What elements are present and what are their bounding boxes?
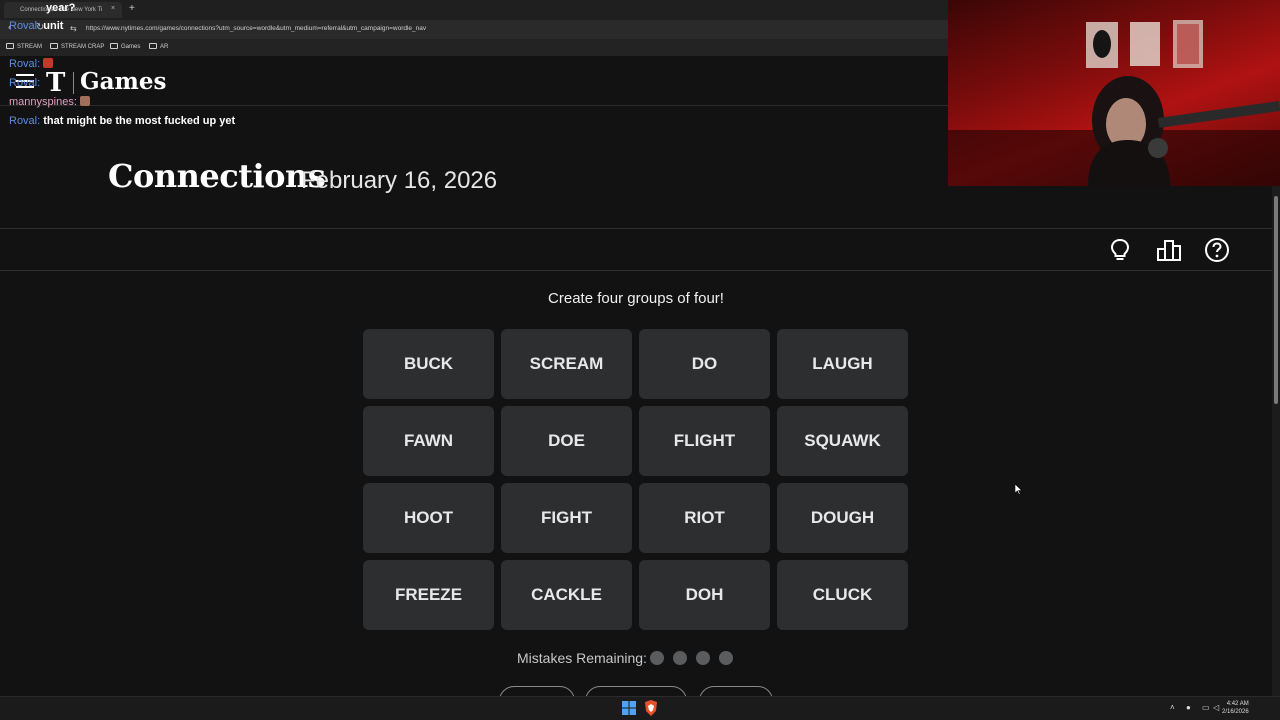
word-tile[interactable]: HOOT [363,483,494,553]
mistake-dots [650,651,742,670]
webcam-feed [948,0,1280,186]
mouse-cursor-icon [1015,484,1023,495]
taskbar [0,696,1280,720]
scrollbar-thumb[interactable] [1274,196,1278,404]
emote-icon [43,58,54,68]
emote-icon [79,96,90,106]
microphone-icon[interactable]: ● [1186,703,1191,712]
webcam-scene [948,20,1280,186]
network-icon[interactable]: ▭ [1202,703,1210,712]
chat-message: Roval: unit [9,20,64,32]
word-tile[interactable]: DOE [501,406,632,476]
url-field[interactable]: https://www.nytimes.com/games/connection… [86,25,426,32]
tab-close-icon[interactable]: × [111,5,115,12]
folder-icon [110,43,118,49]
word-tile[interactable]: SCREAM [501,329,632,399]
bookmark-stream[interactable]: STREAM [6,43,42,50]
folder-icon [6,43,14,49]
instructions: Create four groups of four! [548,290,724,307]
word-tile[interactable]: BUCK [363,329,494,399]
brave-browser-icon[interactable] [644,700,658,716]
windows-start-icon[interactable] [622,701,636,715]
logo-divider [73,72,74,94]
word-tile[interactable]: CLUCK [777,560,908,630]
word-tile[interactable]: FREEZE [363,560,494,630]
mistake-dot [650,651,664,665]
mistakes-label: Mistakes Remaining: [517,650,647,666]
help-icon[interactable] [1203,236,1231,264]
volume-icon[interactable]: ◁ [1213,703,1219,712]
tray-clock[interactable]: 4:42 AM 2/16/2026 [1222,700,1249,716]
folder-icon [50,43,58,49]
word-tile[interactable]: DOH [639,560,770,630]
chat-message: Roval: [9,77,41,89]
bookmarks-bar [0,39,948,56]
tab-bar [0,0,948,20]
divider [0,228,1272,229]
word-grid: BUCK SCREAM DO LAUGH FAWN DOE FLIGHT SQU… [363,329,910,630]
site-settings-icon[interactable]: ⇆ [70,24,77,33]
word-tile[interactable]: RIOT [639,483,770,553]
chat-message: mannyspines: [9,96,90,108]
chat-message: year? [46,2,76,14]
leaderboard-icon[interactable] [1155,236,1183,264]
chat-message: Roval: that might be the most fucked up … [9,115,236,127]
folder-icon [149,43,157,49]
word-tile[interactable]: FLIGHT [639,406,770,476]
mistake-dot [719,651,733,665]
bookmark-stream-crap[interactable]: STREAM CRAP [50,43,104,50]
chat-message: Roval: [9,58,54,70]
word-tile[interactable]: FAWN [363,406,494,476]
lightbulb-icon[interactable] [1106,236,1134,264]
bookmark-ar[interactable]: AR [149,43,168,50]
puzzle-date: February 16, 2026 [301,167,498,194]
word-tile[interactable]: DOUGH [777,483,908,553]
word-tile[interactable]: LAUGH [777,329,908,399]
page-title: Connections [108,157,326,195]
new-tab-button[interactable]: + [129,3,135,14]
word-tile[interactable]: CACKLE [501,560,632,630]
mistake-dot [673,651,687,665]
tray-chevron-icon[interactable]: ˄ [1170,703,1175,712]
mistake-dot [696,651,710,665]
word-tile[interactable]: FIGHT [501,483,632,553]
nyt-logo[interactable]: T [46,68,65,98]
word-tile[interactable]: DO [639,329,770,399]
word-tile[interactable]: SQUAWK [777,406,908,476]
bookmark-games[interactable]: Games [110,43,140,50]
divider [0,270,1272,271]
games-title[interactable]: Games [80,68,166,95]
